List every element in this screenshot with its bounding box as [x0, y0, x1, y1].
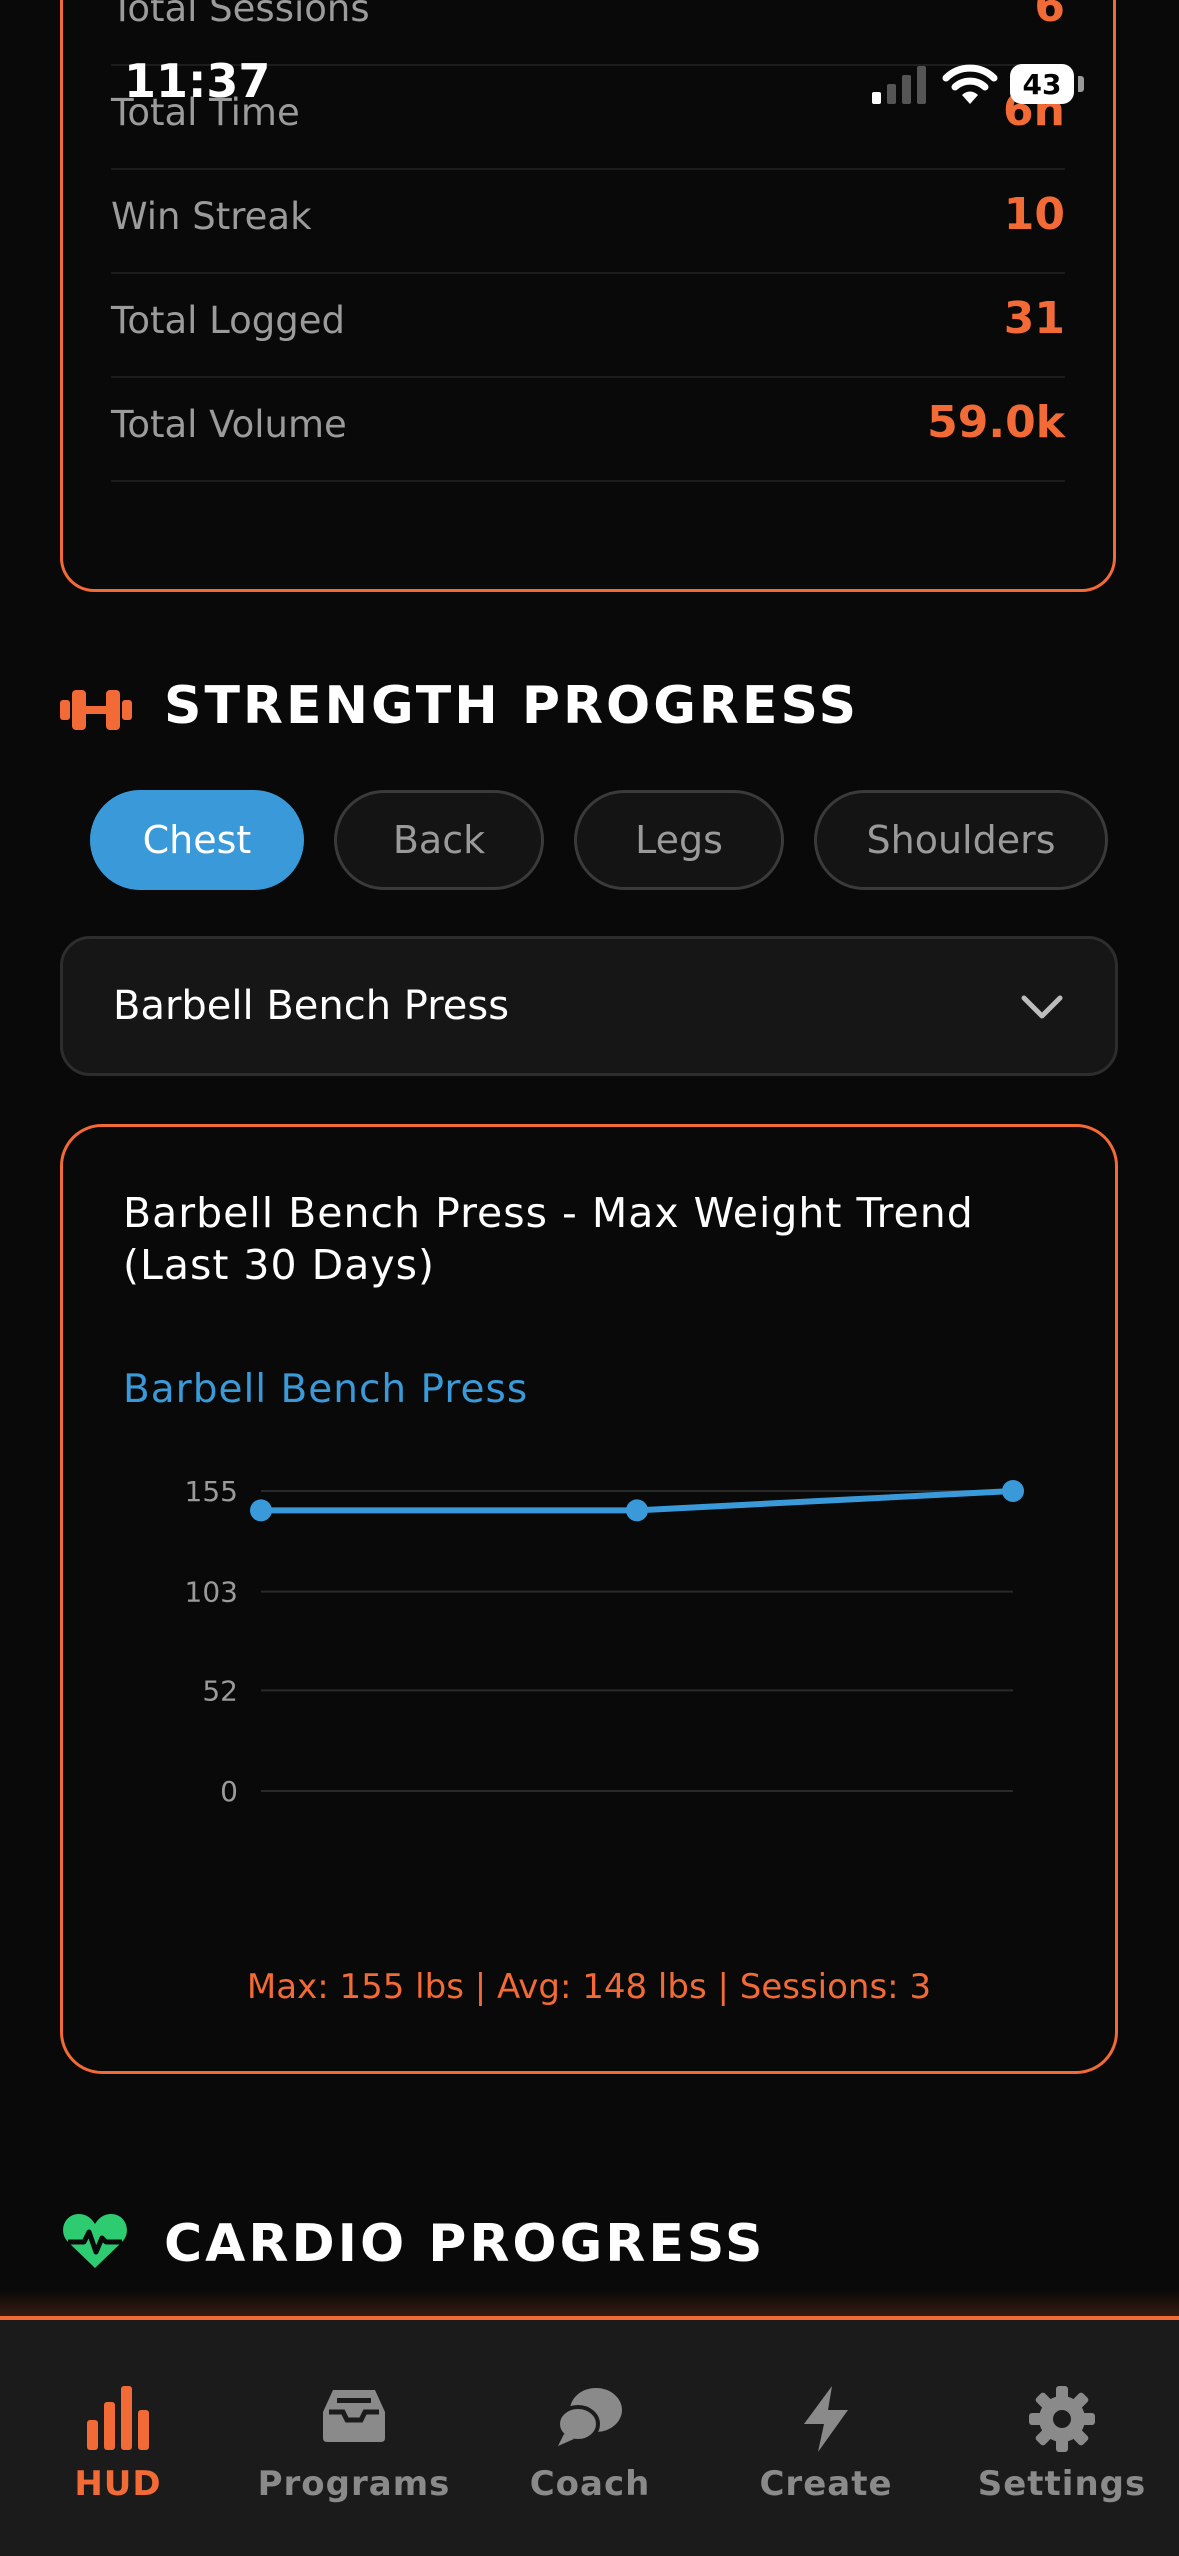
battery-icon: 43 — [1010, 64, 1074, 104]
lightning-icon — [804, 2386, 848, 2452]
cellular-signal-icon — [872, 66, 926, 104]
stat-row-total-logged: Total Logged 31 — [111, 272, 1065, 378]
wifi-icon — [942, 64, 998, 104]
chip-chest[interactable]: Chest — [90, 790, 304, 890]
line-chart: 0 52 103 155 — [185, 1475, 1024, 1808]
tab-programs[interactable]: Programs — [236, 2320, 472, 2520]
chip-shoulders[interactable]: Shoulders — [814, 790, 1108, 890]
y-tick-label: 0 — [220, 1775, 238, 1808]
exercise-select-value: Barbell Bench Press — [113, 983, 510, 1029]
heart-pulse-icon — [63, 2214, 127, 2268]
stat-label: Win Streak — [111, 195, 312, 238]
tab-create[interactable]: Create — [708, 2320, 944, 2520]
chart-summary: Max: 155 lbs | Avg: 148 lbs | Sessions: … — [246, 1967, 932, 2007]
stat-row-total-volume: Total Volume 59.0k — [111, 376, 1065, 482]
stat-label: Total Volume — [111, 403, 347, 446]
gear-icon — [1029, 2386, 1095, 2452]
y-tick-label: 155 — [185, 1475, 238, 1508]
stat-label: Total Logged — [111, 299, 345, 342]
stat-label: Total Sessions — [111, 0, 370, 30]
stat-value: 59.0k — [927, 397, 1065, 448]
bar-chart-icon — [87, 2386, 149, 2450]
stat-value: 6 — [1034, 0, 1065, 32]
cardio-progress-title: CARDIO PROGRESS — [164, 2214, 766, 2274]
dumbbell-icon — [60, 690, 132, 730]
data-point — [1002, 1480, 1024, 1502]
bottom-tab-bar: HUD Programs Coach Create Settings — [0, 2316, 1179, 2556]
chart-card: Barbell Bench Press - Max Weight Trend (… — [60, 1124, 1118, 2074]
battery-cap — [1078, 76, 1084, 92]
chevron-down-icon — [1021, 995, 1063, 1019]
data-point — [626, 1499, 648, 1522]
tab-coach[interactable]: Coach — [472, 2320, 708, 2520]
chip-legs[interactable]: Legs — [574, 790, 784, 890]
tray-icon — [323, 2390, 385, 2442]
tab-label: HUD — [74, 2464, 162, 2504]
battery-level: 43 — [1022, 68, 1062, 101]
stat-value: 31 — [1003, 293, 1065, 344]
chip-back[interactable]: Back — [334, 790, 544, 890]
y-tick-label: 52 — [202, 1674, 238, 1707]
tab-hud[interactable]: HUD — [0, 2320, 236, 2520]
tab-label: Create — [759, 2464, 893, 2504]
y-tick-label: 103 — [185, 1576, 238, 1609]
tab-label: Coach — [529, 2464, 651, 2504]
tab-label: Programs — [257, 2464, 451, 2504]
chat-bubbles-icon — [556, 2388, 622, 2446]
stat-row-win-streak: Win Streak 10 — [111, 168, 1065, 274]
tab-settings[interactable]: Settings — [944, 2320, 1179, 2520]
exercise-select[interactable]: Barbell Bench Press — [60, 936, 1118, 1076]
strength-progress-title: STRENGTH PROGRESS — [164, 676, 860, 736]
stat-value: 10 — [1003, 189, 1065, 240]
tab-label: Settings — [977, 2464, 1147, 2504]
data-point — [250, 1499, 272, 1522]
status-time: 11:37 — [124, 54, 271, 108]
